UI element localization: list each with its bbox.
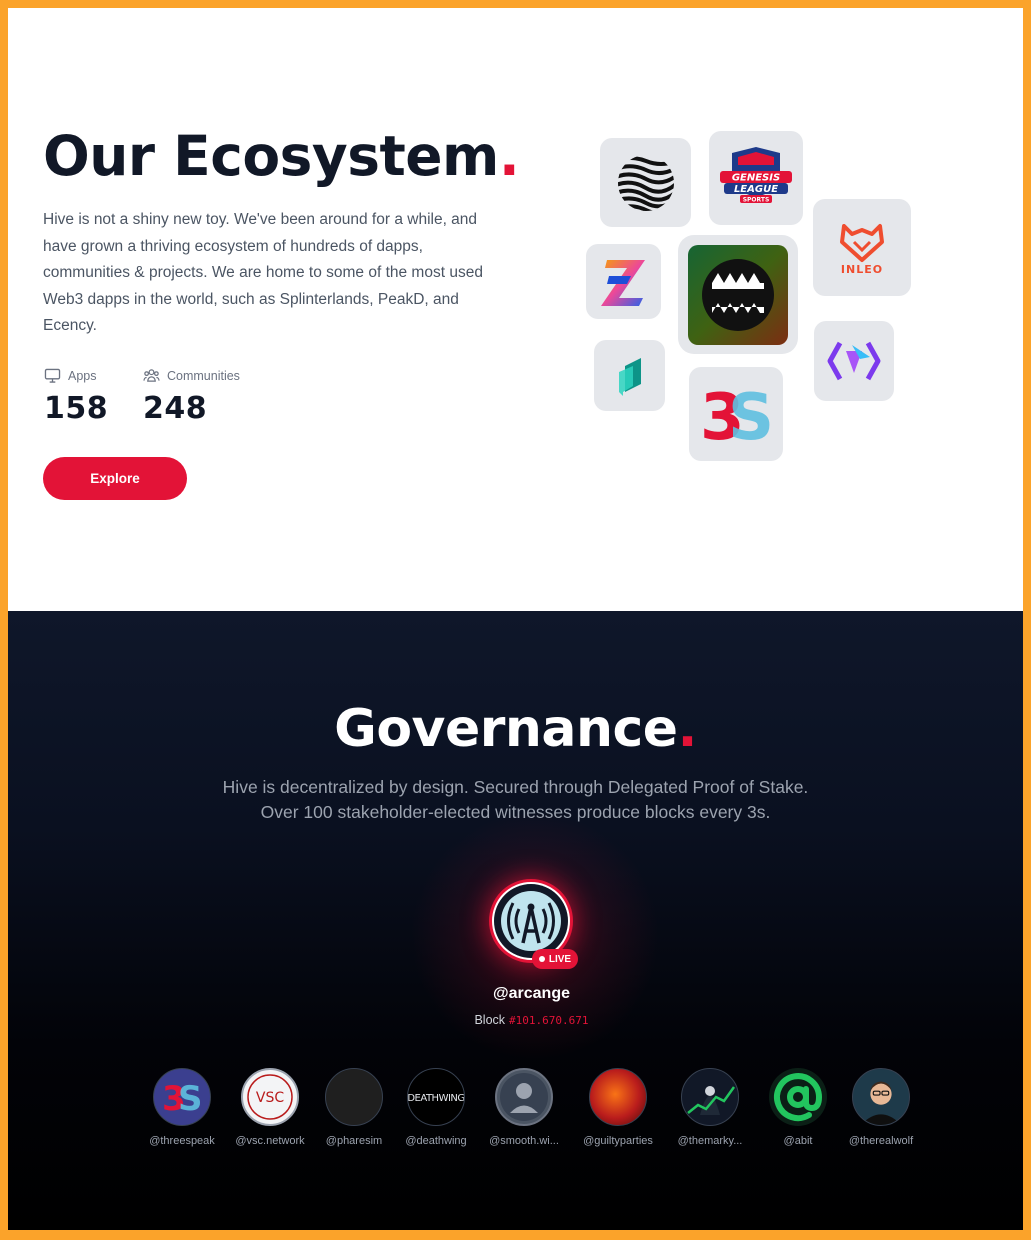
witness-pharesim[interactable]: @pharesim <box>309 1068 399 1147</box>
witness-name: @guiltyparties <box>583 1135 653 1147</box>
svg-text:S: S <box>178 1080 202 1114</box>
vsc-avatar-icon: VSC <box>247 1074 293 1120</box>
svg-text:S: S <box>728 383 774 445</box>
block-label: Block <box>474 1013 506 1027</box>
svg-text:LEAGUE: LEAGUE <box>734 184 778 195</box>
witness-guiltyparties[interactable]: @guiltyparties <box>573 1068 663 1147</box>
leo-logo-icon <box>827 341 881 381</box>
live-witness-name[interactable]: @arcange <box>8 985 1023 1003</box>
app-tile-inleo[interactable]: INLEO <box>813 199 911 296</box>
stat-apps-value: 158 <box>44 391 109 426</box>
deathwing-avatar-icon: DEATHWING <box>408 1093 464 1104</box>
page-frame: Our Ecosystem. Hive is not a shiny new t… <box>8 8 1023 1230</box>
witness-name: @smooth.wi... <box>489 1135 559 1147</box>
monitor-icon <box>44 368 61 383</box>
live-block-info: Block #101.670.671 <box>8 1013 1023 1027</box>
witness-avatar <box>852 1068 910 1126</box>
reaper-chart-avatar-icon <box>687 1086 736 1115</box>
stat-communities-value: 248 <box>143 391 208 426</box>
stat-communities: Communities 248 <box>143 368 240 427</box>
witness-avatar: 3 S <box>153 1068 211 1126</box>
app-tile-genesis-league[interactable]: GENESIS LEAGUE SPORTS <box>709 131 803 225</box>
monster-game-logo-icon <box>688 244 788 345</box>
governance-section: Governance. Hive is decentralized by des… <box>8 611 1023 1230</box>
app-tile-z[interactable] <box>586 244 661 319</box>
peakd-logo-icon <box>618 357 641 396</box>
witness-avatar <box>769 1068 827 1126</box>
z-logo-icon <box>600 259 645 306</box>
inleo-logo-icon: INLEO <box>840 223 884 276</box>
witness-name: @vsc.network <box>235 1135 305 1147</box>
witness-therealwolf[interactable]: @therealwolf <box>836 1068 926 1147</box>
witness-name: @themarky... <box>677 1135 743 1147</box>
svg-text:SPORTS: SPORTS <box>743 197 770 204</box>
ecosystem-description: Hive is not a shiny new toy. We've been … <box>43 211 483 334</box>
app-tile-peakd[interactable] <box>594 340 665 411</box>
stat-apps: Apps 158 <box>44 368 109 427</box>
explore-button[interactable]: Explore <box>43 457 187 500</box>
app-tile-leo[interactable] <box>814 321 894 401</box>
app-tile-waves[interactable] <box>600 138 691 227</box>
genesis-league-logo-icon: GENESIS LEAGUE SPORTS <box>720 147 792 204</box>
witness-themarky[interactable]: @themarky... <box>665 1068 755 1147</box>
svg-text:INLEO: INLEO <box>841 263 883 276</box>
witness-name: @pharesim <box>325 1135 383 1147</box>
app-tile-3speak[interactable]: 3 S <box>689 367 783 461</box>
live-badge-label: LIVE <box>548 953 572 965</box>
governance-title: Governance. <box>334 699 697 759</box>
svg-text:GENESIS: GENESIS <box>732 173 780 184</box>
witness-avatar: DEATHWING <box>407 1068 465 1126</box>
app-tile-monster-game[interactable] <box>678 235 798 354</box>
witness-avatar: VSC <box>241 1068 299 1126</box>
users-icon <box>143 369 160 382</box>
witness-name: @threespeak <box>149 1135 215 1147</box>
user-avatar-icon <box>500 1073 548 1121</box>
svg-text:DEATHWING: DEATHWING <box>408 1093 464 1104</box>
waves-logo-icon <box>617 155 674 211</box>
witness-abit[interactable]: @abit <box>753 1068 843 1147</box>
witness-deathwing[interactable]: DEATHWING @deathwing <box>391 1068 481 1147</box>
block-number: #101.670.671 <box>509 1014 589 1027</box>
stat-apps-label: Apps <box>68 368 97 383</box>
witness-threespeak[interactable]: 3 S @threespeak <box>137 1068 227 1147</box>
person-photo-avatar-icon <box>860 1081 902 1125</box>
svg-text:VSC: VSC <box>256 1090 284 1106</box>
3speak-avatar-icon: 3 S <box>162 1080 202 1114</box>
witness-name: @deathwing <box>405 1135 467 1147</box>
antenna-tower-icon <box>494 884 568 958</box>
ecosystem-section: Our Ecosystem. Hive is not a shiny new t… <box>8 8 1023 611</box>
witness-avatar <box>589 1068 647 1126</box>
witness-avatar <box>681 1068 739 1126</box>
stat-communities-label: Communities <box>167 368 240 383</box>
witness-name: @abit <box>783 1135 813 1147</box>
witness-avatar <box>495 1068 553 1126</box>
live-dot-icon <box>538 956 545 962</box>
witness-smooth[interactable]: @smooth.wi... <box>479 1068 569 1147</box>
live-badge: LIVE <box>532 949 578 969</box>
governance-description-line1: Hive is decentralized by design. Secured… <box>222 777 809 797</box>
3speak-logo-icon: 3 S <box>700 383 774 445</box>
at-sign-avatar-icon <box>774 1073 823 1122</box>
witness-vsc-network[interactable]: VSC @vsc.network <box>225 1068 315 1147</box>
witness-name: @therealwolf <box>848 1135 914 1147</box>
witness-avatar <box>325 1068 383 1126</box>
ecosystem-title: Our Ecosystem. <box>43 124 520 188</box>
